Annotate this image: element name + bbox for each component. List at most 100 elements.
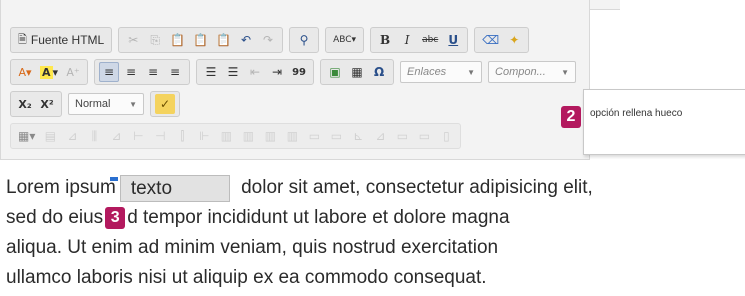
editor-toolbar-edge (590, 0, 620, 10)
table-tool-icon[interactable]: ⊿ (106, 126, 126, 146)
table-tool-icon[interactable]: ⫼ (84, 126, 104, 146)
table-tool-icon[interactable]: ▥ (216, 126, 236, 146)
italic-button[interactable]: I (397, 30, 417, 50)
bullet-list-icon[interactable]: ☰ (223, 62, 243, 82)
table-icon[interactable]: ▦ (347, 62, 367, 82)
toolbar-row-4: ▦▾ ▤ ⊿ ⫼ ⊿ ⊢ ⊣ ⫿ ⊩ ▥ ▥ ▥ ▥ ▭ ▭ ⊾ ⊿ ▭ ▭ ▯ (10, 122, 462, 150)
chevron-down-icon: ▼ (467, 67, 476, 77)
table-tool-icon[interactable]: ▭ (414, 126, 434, 146)
undo-icon[interactable]: ↶ (236, 30, 256, 50)
table-tool-icon[interactable]: ▭ (326, 126, 346, 146)
cleanup-group: ⌫ ✦ (474, 27, 530, 53)
superscript-button[interactable]: X² (37, 94, 57, 114)
outdent-icon[interactable]: ⇤ (245, 62, 265, 82)
paste-text-icon[interactable]: 📋 (190, 30, 211, 50)
format-combo-label: Normal (75, 98, 111, 110)
table-menu-icon[interactable]: ▦▾ (15, 126, 38, 146)
spellcheck-icon[interactable]: ABC ▾ (330, 30, 359, 50)
components-combo-label: Compon... (495, 66, 546, 78)
indent-icon[interactable]: ⇥ (267, 62, 287, 82)
content-line-3: aliqua. Ut enim ad minim veniam, quis no… (6, 237, 499, 258)
toolbar-row-3: X₂ X² Normal ▼ ✓ (10, 90, 180, 118)
text-color-label: A (18, 65, 26, 79)
fill-gap-tooltip: opción rellena hueco (583, 89, 745, 155)
source-group: 🗎 Fuente HTML (10, 27, 113, 53)
text-cursor-marker (109, 177, 118, 181)
table-tool-icon[interactable]: ▥ (238, 126, 258, 146)
content-line-1: Lorem ipsum texto dolor sit amet, consect… (6, 173, 741, 203)
strikethrough-button[interactable]: abc (419, 30, 441, 50)
step-badge-3: 3 (105, 207, 126, 229)
table-tool-icon[interactable]: ⊿ (62, 126, 82, 146)
find-group: ⚲ (289, 27, 320, 53)
bg-color-label: A (40, 65, 53, 79)
insert-group: ▣ ▦ Ω (320, 59, 395, 85)
numbered-list-icon[interactable]: ☰ (201, 62, 221, 82)
list-group: ☰ ☰ ⇤ ⇥ 99 (196, 59, 315, 85)
toolbar-row-2: A ▾ A ▾ A⁺ ≡ ≡ ≡ ≡ ☰ ☰ ⇤ ⇥ 99 ▣ ▦ Ω Enlace… (10, 58, 577, 86)
source-html-label: Fuente HTML (30, 33, 105, 47)
align-left-icon[interactable]: ≡ (99, 62, 120, 82)
eraser-icon[interactable]: ⌫ (479, 30, 502, 50)
links-combo[interactable]: Enlaces ▼ (400, 61, 483, 83)
paste-icon[interactable]: 📋 (167, 30, 188, 50)
script-group: X₂ X² (10, 91, 62, 117)
find-replace-icon[interactable]: ⚲ (294, 30, 314, 50)
cut-icon[interactable]: ✂ (123, 30, 143, 50)
table-tool-icon[interactable]: ⊩ (194, 126, 214, 146)
table-tool-icon[interactable]: ▭ (392, 126, 412, 146)
underline-button[interactable]: U (443, 30, 463, 50)
chevron-down-icon: ▼ (129, 99, 137, 109)
subscript-button[interactable]: X₂ (15, 94, 35, 114)
table-tool-icon[interactable]: ▥ (282, 126, 302, 146)
clipboard-group: ✂ ⎘ 📋 📋 📋 ↶ ↷ (118, 27, 284, 53)
step-badge-2: 2 (561, 106, 581, 128)
table-tool-icon[interactable]: ⊿ (370, 126, 390, 146)
table-tool-icon[interactable]: ⊣ (150, 126, 170, 146)
text-color-button[interactable]: A ▾ (15, 62, 35, 82)
toolbar-row-1: 🗎 Fuente HTML ✂ ⎘ 📋 📋 📋 ↶ ↷ ⚲ ABC ▾ B I a… (10, 26, 530, 54)
color-group: A ▾ A ▾ A⁺ (10, 59, 89, 85)
text-segment: dolor sit amet, consectetur adipisicing … (241, 177, 593, 198)
text-segment: d tempor incididunt ut labore et dolore … (127, 207, 510, 228)
table-tool-icon[interactable]: ⊾ (348, 126, 368, 146)
table-tool-icon[interactable]: ▯ (436, 126, 456, 146)
components-combo[interactable]: Compon... ▼ (488, 61, 577, 83)
align-right-icon[interactable]: ≡ (143, 62, 163, 82)
bold-button[interactable]: B (375, 30, 395, 50)
fill-gap-plugin-icon[interactable]: ✓ (155, 94, 175, 114)
spellcheck-label: ABC (333, 35, 352, 45)
table-tool-icon[interactable]: ▤ (40, 126, 60, 146)
content-line-4: ullamco laboris nisi ut aliquip ex ea co… (6, 267, 487, 288)
plugin-group: ✓ (150, 91, 180, 117)
content-line-2: sed do eius 3 d tempor incididunt ut labor… (6, 203, 741, 233)
bg-color-button[interactable]: A ▾ (37, 62, 61, 82)
fill-gap-blank[interactable]: texto (119, 175, 230, 202)
paste-word-icon[interactable]: 📋 (213, 30, 234, 50)
editor-content[interactable]: Lorem ipsum texto dolor sit amet, consect… (6, 173, 741, 293)
table-tools-group: ▦▾ ▤ ⊿ ⫼ ⊿ ⊢ ⊣ ⫿ ⊩ ▥ ▥ ▥ ▥ ▭ ▭ ⊾ ⊿ ▭ ▭ ▯ (10, 123, 462, 149)
table-tool-icon[interactable]: ⫿ (172, 126, 192, 146)
links-combo-label: Enlaces (407, 66, 447, 78)
format-combo[interactable]: Normal ▼ (68, 93, 144, 115)
redo-icon[interactable]: ↷ (258, 30, 278, 50)
align-group: ≡ ≡ ≡ ≡ (94, 59, 191, 85)
table-tool-icon[interactable]: ▭ (304, 126, 324, 146)
blockquote-button[interactable]: 99 (289, 62, 309, 82)
text-segment: Lorem ipsu (6, 177, 100, 198)
text-segment: sed do eius (6, 207, 104, 228)
table-tool-icon[interactable]: ▥ (260, 126, 280, 146)
align-justify-icon[interactable]: ≡ (165, 62, 185, 82)
tooltip-text: opción rellena hueco (590, 108, 683, 119)
chevron-down-icon: ▼ (561, 67, 570, 77)
table-tool-icon[interactable]: ⊢ (128, 126, 148, 146)
image-icon[interactable]: ▣ (325, 62, 345, 82)
copy-icon[interactable]: ⎘ (145, 30, 165, 50)
basic-styles-group: B I abc U (370, 27, 469, 53)
special-char-button[interactable]: Ω (369, 62, 389, 82)
spellcheck-group: ABC ▾ (325, 27, 365, 53)
font-size-icon[interactable]: A⁺ (63, 62, 83, 82)
align-center-icon[interactable]: ≡ (121, 62, 141, 82)
wand-icon[interactable]: ✦ (504, 30, 524, 50)
source-html-button[interactable]: 🗎 Fuente HTML (15, 30, 107, 50)
